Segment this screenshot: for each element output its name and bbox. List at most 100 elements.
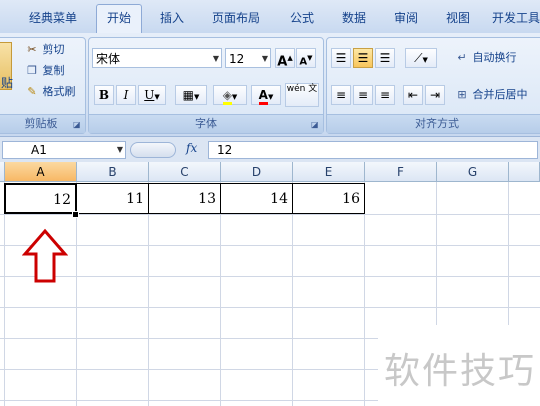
name-box-value: A1 — [31, 143, 47, 157]
tab-page-layout[interactable]: 页面布局 — [204, 8, 268, 28]
paintbrush-icon: ✎ — [27, 85, 37, 98]
worksheet-grid[interactable]: A B C D E F G 12 11 13 14 16 软件技巧 — [0, 162, 540, 406]
wrap-text-icon: ↵ — [457, 51, 467, 64]
grow-font-button[interactable]: A▲ — [275, 48, 295, 70]
font-label-text: 字体 — [195, 117, 217, 130]
font-size-select[interactable]: 12 ▼ — [225, 48, 271, 68]
alignment-group: ☰ ☰ ☰ ⟋▼ ≡ ≡ ≡ ⇤ ⇥ ↵ 自动换行 ⊞ 合并后居中 对齐方式 — [326, 37, 540, 134]
merge-center-label: 合并后居中 — [472, 88, 528, 101]
increase-indent-button[interactable]: ⇥ — [425, 85, 445, 105]
paste-label: 贴 — [1, 76, 14, 90]
column-header-f[interactable]: F — [365, 162, 437, 182]
cell-d1[interactable]: 14 — [220, 183, 293, 214]
cell-b1[interactable]: 11 — [76, 183, 149, 214]
red-up-arrow-icon — [22, 228, 68, 283]
clipboard-label-text: 剪贴板 — [24, 117, 58, 130]
chevron-down-icon: ▼ — [261, 54, 268, 63]
gridline — [0, 307, 540, 308]
wrap-text-label: 自动换行 — [472, 51, 517, 64]
tab-insert[interactable]: 插入 — [150, 8, 194, 28]
borders-button[interactable]: ▦▼ — [175, 85, 207, 105]
fill-handle[interactable] — [72, 211, 79, 218]
italic-button[interactable]: I — [116, 85, 136, 105]
phonetic-guide-button[interactable]: wén 文 — [285, 83, 319, 107]
gridline — [220, 182, 221, 406]
ribbon-tab-bar: 经典菜单 开始 插入 页面布局 公式 数据 审阅 视图 开发工具 — [0, 0, 540, 34]
column-header-a[interactable]: A — [5, 162, 77, 182]
grow-font-icon: A — [277, 54, 288, 70]
font-name-value: 宋体 — [96, 52, 121, 66]
column-header-d[interactable]: D — [221, 162, 293, 182]
merge-center-button[interactable]: ⊞ 合并后居中 — [455, 85, 528, 105]
format-painter-button[interactable]: ✎ 格式刷 — [25, 82, 75, 102]
shrink-font-button[interactable]: A▼ — [296, 48, 316, 68]
formula-bar-resize-handle[interactable] — [130, 142, 176, 158]
chevron-down-icon: ▼ — [116, 145, 123, 154]
fill-color-button[interactable]: ◈▼ — [213, 85, 247, 105]
align-bottom-button[interactable]: ☰ — [375, 48, 395, 68]
align-middle-button[interactable]: ☰ — [353, 48, 373, 68]
tab-formulas[interactable]: 公式 — [280, 8, 324, 28]
align-center-button[interactable]: ≡ — [353, 85, 373, 105]
alignment-group-label: 对齐方式 — [327, 114, 540, 133]
ribbon: 贴 ✂ 剪切 ❐ 复制 ✎ 格式刷 剪贴板 ◪ 宋体 ▼ 12 ▼ A▲ A▼ … — [0, 33, 540, 136]
tab-data[interactable]: 数据 — [332, 8, 376, 28]
gridline — [0, 245, 540, 246]
tab-review[interactable]: 审阅 — [384, 8, 428, 28]
font-color-button[interactable]: A▼ — [251, 85, 281, 105]
gridline — [0, 276, 540, 277]
cell-c1[interactable]: 13 — [148, 183, 221, 214]
column-header-b[interactable]: B — [77, 162, 149, 182]
increase-indent-icon: ⇥ — [429, 88, 441, 102]
copy-label: 复制 — [42, 64, 65, 77]
underline-button[interactable]: U▼ — [138, 85, 166, 105]
column-header-e[interactable]: E — [293, 162, 365, 182]
tab-classic-menu[interactable]: 经典菜单 — [18, 8, 88, 28]
cut-label: 剪切 — [42, 43, 65, 56]
shrink-font-icon: A — [299, 56, 308, 68]
decrease-indent-button[interactable]: ⇤ — [403, 85, 423, 105]
bold-button[interactable]: B — [94, 85, 114, 105]
column-header-c[interactable]: C — [149, 162, 221, 182]
font-size-value: 12 — [229, 52, 245, 66]
gridline — [148, 182, 149, 406]
cut-button[interactable]: ✂ 剪切 — [25, 40, 65, 60]
fill-bucket-icon: ◈ — [222, 88, 232, 105]
orientation-icon: ⟋ — [414, 51, 423, 65]
formula-bar: A1 ▼ fx 12 — [0, 136, 540, 164]
font-group-label: 字体 — [89, 114, 323, 133]
column-header-g[interactable]: G — [437, 162, 509, 182]
copy-button[interactable]: ❐ 复制 — [25, 61, 65, 81]
align-left-button[interactable]: ≡ — [331, 85, 351, 105]
borders-icon: ▦ — [182, 88, 194, 102]
copy-icon: ❐ — [27, 64, 37, 77]
tab-home[interactable]: 开始 — [96, 4, 142, 33]
alignment-label-text: 对齐方式 — [415, 117, 459, 130]
underline-icon: U — [144, 88, 155, 102]
gridline — [292, 182, 293, 406]
name-box[interactable]: A1 ▼ — [2, 141, 126, 159]
font-group: 宋体 ▼ 12 ▼ A▲ A▼ B I U▼ ▦▼ ◈▼ A▼ wén 文 字体… — [88, 37, 324, 134]
tab-developer[interactable]: 开发工具 — [492, 8, 540, 28]
align-center-icon: ≡ — [357, 88, 369, 102]
cell-e1[interactable]: 16 — [292, 183, 365, 214]
wrap-text-button[interactable]: ↵ 自动换行 — [455, 48, 517, 68]
formula-input[interactable]: 12 — [208, 141, 538, 159]
merge-cells-icon: ⊞ — [457, 88, 467, 101]
align-middle-icon: ☰ — [357, 51, 369, 65]
dialog-launcher-icon[interactable]: ◪ — [73, 120, 82, 129]
align-top-button[interactable]: ☰ — [331, 48, 351, 68]
font-color-icon: A — [258, 88, 268, 105]
column-header-h[interactable] — [509, 162, 540, 182]
phonetic-icon: wén 文 — [286, 84, 318, 94]
cell-a1[interactable]: 12 — [4, 183, 77, 214]
insert-function-icon[interactable]: fx — [186, 141, 197, 155]
dialog-launcher-icon[interactable]: ◪ — [311, 120, 320, 129]
scissors-icon: ✂ — [27, 43, 37, 56]
align-right-button[interactable]: ≡ — [375, 85, 395, 105]
watermark-text: 软件技巧 — [384, 351, 537, 392]
orientation-button[interactable]: ⟋▼ — [405, 48, 437, 68]
gridline — [364, 182, 365, 406]
tab-view[interactable]: 视图 — [436, 8, 480, 28]
font-name-select[interactable]: 宋体 ▼ — [92, 48, 222, 68]
